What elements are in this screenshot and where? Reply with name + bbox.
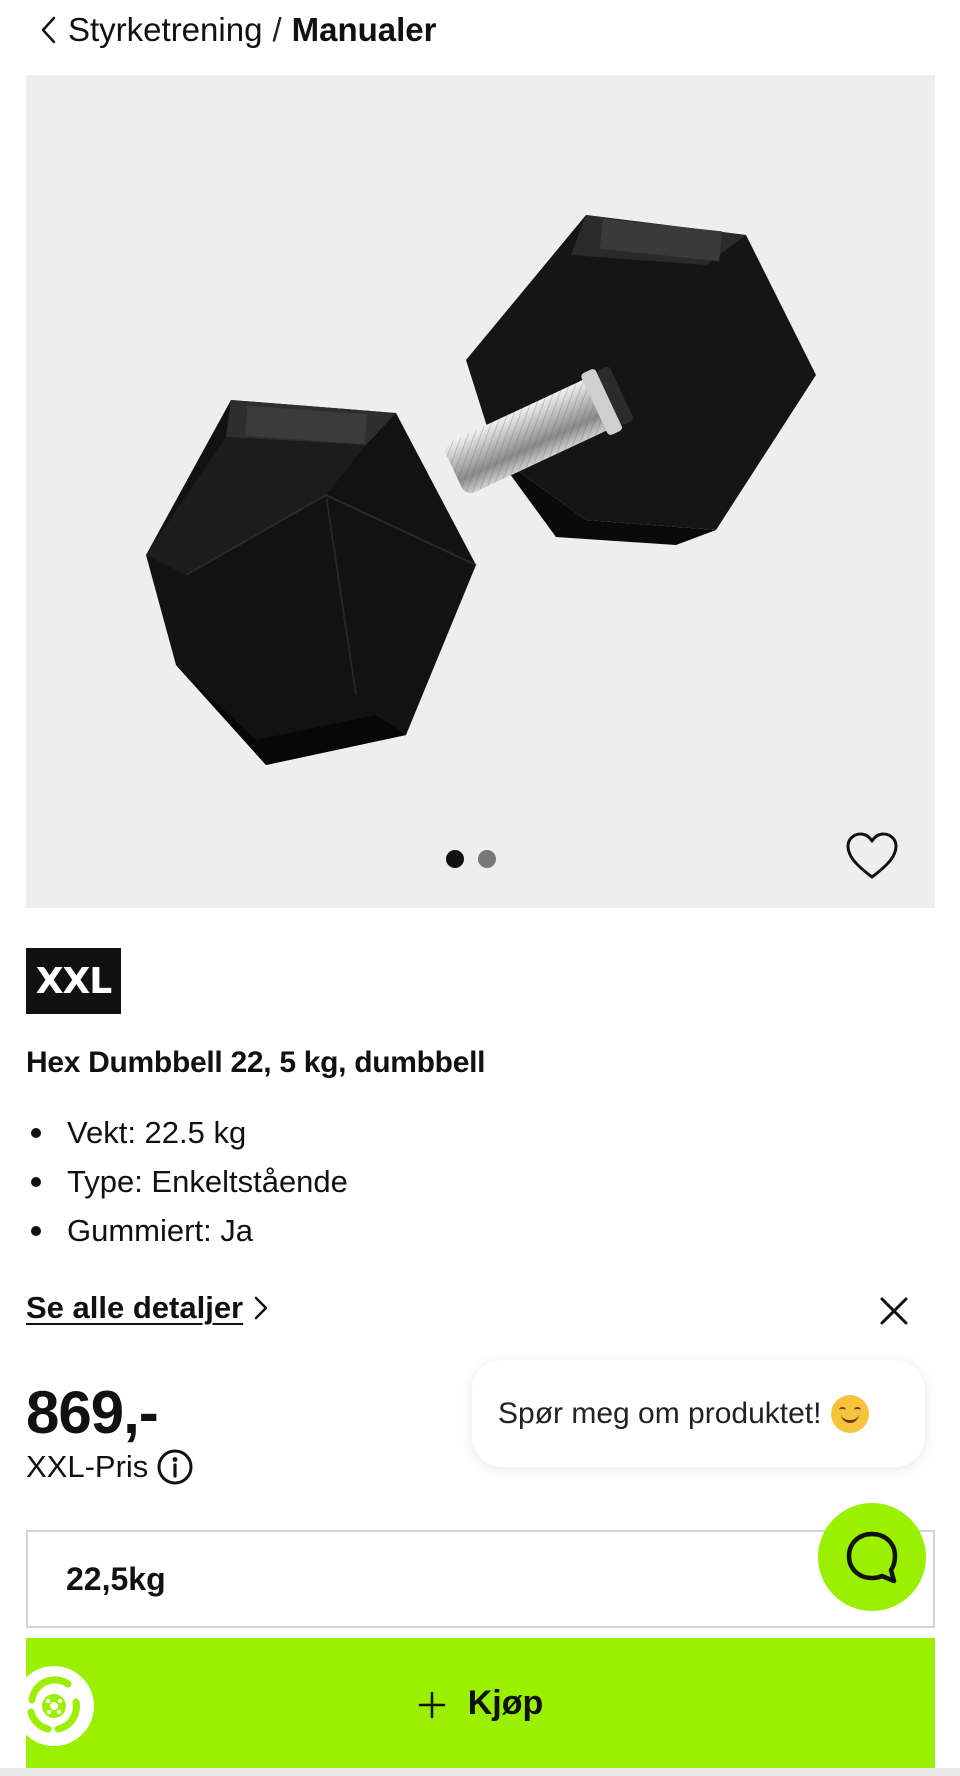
brand-logo-text: XXL bbox=[35, 960, 112, 1002]
product-image bbox=[146, 215, 816, 765]
list-item: Type: Enkeltstående bbox=[26, 1157, 348, 1206]
info-icon[interactable] bbox=[156, 1448, 194, 1486]
chevron-left-icon[interactable] bbox=[34, 10, 62, 50]
close-icon[interactable] bbox=[876, 1293, 912, 1329]
breadcrumb-separator: / bbox=[272, 11, 282, 48]
price-label-row: XXL-Pris bbox=[26, 1448, 194, 1486]
product-title: Hex Dumbbell 22, 5 kg, dumbbell bbox=[26, 1046, 486, 1079]
buy-button[interactable]: Kjøp bbox=[26, 1638, 935, 1768]
chat-prompt-bubble[interactable]: Spør meg om produktet! bbox=[472, 1360, 925, 1467]
see-all-details-label: Se alle detaljer bbox=[26, 1290, 244, 1325]
heart-icon[interactable] bbox=[845, 831, 899, 881]
bullet-icon bbox=[31, 1225, 41, 1236]
recycle-icon[interactable] bbox=[14, 1666, 94, 1746]
carousel-dots bbox=[6, 850, 935, 868]
plus-icon bbox=[418, 1689, 446, 1719]
bullet-icon bbox=[31, 1176, 41, 1187]
chevron-right-icon bbox=[251, 1293, 271, 1323]
product-specs-list: Vekt: 22.5 kg Type: Enkeltstående Gummie… bbox=[26, 1108, 348, 1255]
chat-prompt-text: Spør meg om produktet! bbox=[498, 1396, 822, 1430]
spec-text: Vekt: 22.5 kg bbox=[67, 1114, 247, 1150]
spec-text: Type: Enkeltstående bbox=[67, 1163, 348, 1199]
brand-logo[interactable]: XXL bbox=[26, 948, 121, 1014]
breadcrumb-parent-link[interactable]: Styrketrening bbox=[68, 11, 262, 49]
variant-selector[interactable]: 22,5kg bbox=[26, 1530, 935, 1628]
variant-selected-value: 22,5kg bbox=[66, 1560, 166, 1597]
breadcrumb: Styrketrening / Manualer bbox=[34, 8, 436, 52]
breadcrumb-current[interactable]: Manualer bbox=[292, 11, 437, 49]
see-all-details-link[interactable]: Se alle detaljer bbox=[26, 1290, 271, 1326]
product-image-gallery[interactable] bbox=[26, 75, 935, 908]
carousel-dot-1[interactable] bbox=[445, 850, 464, 868]
list-item: Gummiert: Ja bbox=[26, 1206, 348, 1255]
price-label: XXL-Pris bbox=[26, 1449, 149, 1484]
chat-icon bbox=[846, 1531, 898, 1584]
buy-button-label: Kjøp bbox=[467, 1683, 544, 1722]
carousel-dot-2[interactable] bbox=[477, 850, 496, 868]
chat-button[interactable] bbox=[818, 1503, 926, 1611]
product-price: 869,- bbox=[26, 1379, 159, 1446]
list-item: Vekt: 22.5 kg bbox=[26, 1108, 348, 1157]
bullet-icon bbox=[31, 1127, 41, 1138]
bottom-divider bbox=[0, 1768, 960, 1776]
smile-emoji-icon bbox=[831, 1394, 870, 1433]
spec-text: Gummiert: Ja bbox=[67, 1212, 254, 1248]
